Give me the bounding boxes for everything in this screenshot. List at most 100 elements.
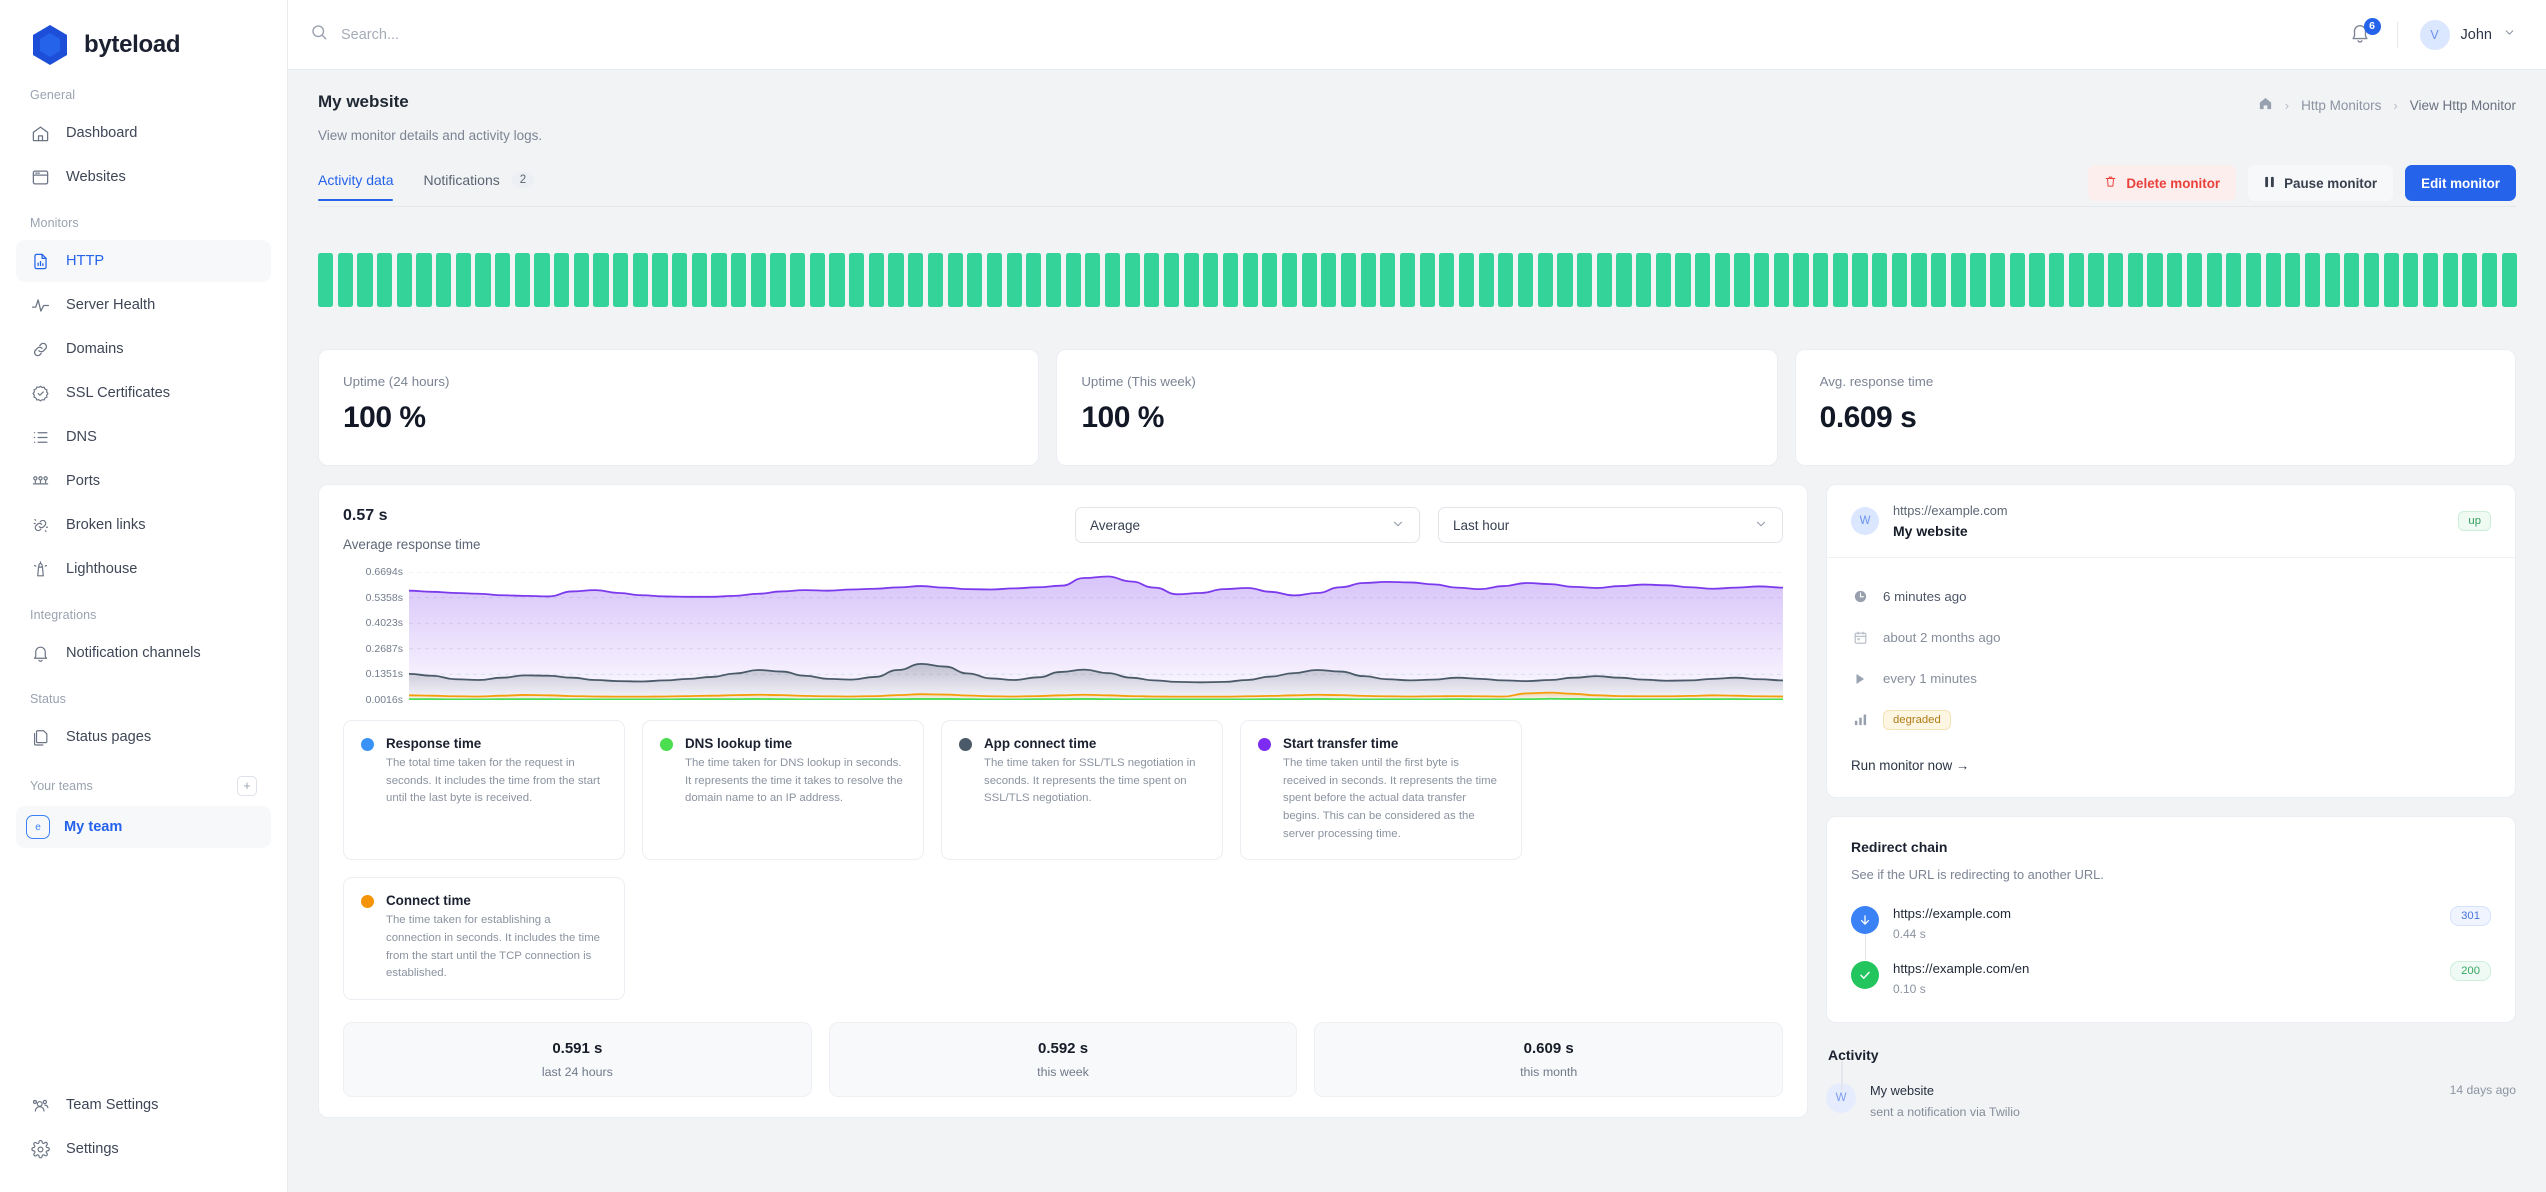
uptime-bar[interactable]: [1577, 253, 1593, 307]
uptime-bar[interactable]: [1262, 253, 1278, 307]
uptime-bar[interactable]: [455, 253, 471, 307]
uptime-bar[interactable]: [2265, 253, 2281, 307]
uptime-bar[interactable]: [2009, 253, 2025, 307]
tab-activity-data[interactable]: Activity data: [318, 172, 394, 201]
uptime-bar[interactable]: [1399, 253, 1416, 307]
uptime-bar[interactable]: [927, 253, 943, 307]
uptime-bar[interactable]: [337, 253, 353, 307]
uptime-bar[interactable]: [1458, 253, 1475, 307]
uptime-bar[interactable]: [770, 253, 786, 307]
uptime-bar[interactable]: [1222, 253, 1239, 307]
search-input[interactable]: [341, 26, 681, 43]
add-team-button[interactable]: +: [237, 776, 257, 796]
uptime-bar[interactable]: [1813, 253, 1829, 307]
uptime-bar[interactable]: [1380, 253, 1396, 307]
sidebar-item-ports[interactable]: Ports: [16, 460, 271, 502]
uptime-bar[interactable]: [849, 253, 865, 307]
uptime-bar[interactable]: [1891, 253, 1907, 307]
uptime-bar[interactable]: [1675, 253, 1691, 307]
redirect-url[interactable]: https://example.com/en: [1893, 961, 2436, 976]
uptime-bar[interactable]: [1045, 253, 1062, 307]
uptime-bar[interactable]: [1596, 253, 1612, 307]
sidebar-item-my-team[interactable]: e My team: [16, 806, 271, 848]
uptime-bar[interactable]: [1754, 253, 1770, 307]
uptime-bar[interactable]: [1242, 253, 1258, 307]
breadcrumb-item-http-monitors[interactable]: Http Monitors: [2301, 98, 2381, 113]
uptime-bar[interactable]: [534, 253, 550, 307]
uptime-bar[interactable]: [1419, 253, 1435, 307]
uptime-bar[interactable]: [986, 253, 1003, 307]
uptime-bar[interactable]: [750, 253, 766, 307]
uptime-bar[interactable]: [318, 253, 334, 307]
uptime-bar[interactable]: [691, 253, 707, 307]
uptime-bar[interactable]: [967, 253, 983, 307]
uptime-bar[interactable]: [1478, 253, 1494, 307]
uptime-bar[interactable]: [731, 253, 747, 307]
uptime-bar[interactable]: [2304, 253, 2321, 307]
delete-monitor-button[interactable]: Delete monitor: [2088, 165, 2237, 201]
sidebar-item-team-settings[interactable]: Team Settings: [16, 1084, 271, 1126]
sidebar-item-status-pages[interactable]: Status pages: [16, 716, 271, 758]
sidebar-item-ssl-certificates[interactable]: SSL Certificates: [16, 372, 271, 414]
uptime-bar[interactable]: [396, 253, 412, 307]
uptime-bar[interactable]: [1006, 253, 1022, 307]
uptime-bar[interactable]: [1911, 253, 1927, 307]
uptime-bar[interactable]: [908, 253, 924, 307]
uptime-bar[interactable]: [1557, 253, 1573, 307]
uptime-bar[interactable]: [2285, 253, 2301, 307]
breadcrumb-home-icon[interactable]: [2258, 96, 2273, 114]
sidebar-item-notification-channels[interactable]: Notification channels: [16, 632, 271, 674]
legend-card[interactable]: Start transfer time The time taken until …: [1240, 720, 1522, 861]
range-select[interactable]: Last hour: [1438, 507, 1783, 543]
uptime-bar[interactable]: [672, 253, 688, 307]
sidebar-item-server-health[interactable]: Server Health: [16, 284, 271, 326]
uptime-bar[interactable]: [829, 253, 845, 307]
uptime-bar[interactable]: [2383, 253, 2399, 307]
uptime-bar[interactable]: [2363, 253, 2380, 307]
uptime-bar[interactable]: [947, 253, 963, 307]
uptime-bar[interactable]: [1714, 253, 1730, 307]
uptime-bar[interactable]: [475, 253, 491, 307]
sidebar-item-websites[interactable]: Websites: [16, 156, 271, 198]
uptime-bar[interactable]: [2442, 253, 2458, 307]
uptime-bar[interactable]: [2206, 253, 2222, 307]
notifications-button[interactable]: 6: [2349, 17, 2381, 48]
uptime-bar[interactable]: [554, 253, 570, 307]
uptime-bar[interactable]: [1852, 253, 1868, 307]
uptime-bar[interactable]: [613, 253, 629, 307]
search-container[interactable]: [310, 23, 2349, 46]
uptime-bar[interactable]: [2186, 253, 2202, 307]
uptime-bar[interactable]: [1281, 253, 1298, 307]
uptime-bar[interactable]: [1695, 253, 1711, 307]
uptime-bar[interactable]: [436, 253, 452, 307]
uptime-bar[interactable]: [1321, 253, 1337, 307]
uptime-bar[interactable]: [2501, 253, 2517, 307]
legend-card[interactable]: DNS lookup time The time taken for DNS lo…: [642, 720, 924, 861]
sidebar-item-http[interactable]: HTTP: [16, 240, 271, 282]
uptime-bar[interactable]: [1439, 253, 1455, 307]
uptime-bar[interactable]: [1163, 253, 1180, 307]
sidebar-item-domains[interactable]: Domains: [16, 328, 271, 370]
uptime-bar[interactable]: [1793, 253, 1809, 307]
uptime-bar[interactable]: [2049, 253, 2065, 307]
uptime-bar[interactable]: [2068, 253, 2084, 307]
uptime-bar[interactable]: [632, 253, 648, 307]
uptime-bar[interactable]: [1872, 253, 1888, 307]
tab-notifications[interactable]: Notifications 2: [423, 172, 535, 200]
uptime-bar[interactable]: [2422, 253, 2439, 307]
uptime-bar[interactable]: [2127, 253, 2143, 307]
uptime-bar[interactable]: [1498, 253, 1514, 307]
uptime-bar[interactable]: [1085, 253, 1101, 307]
uptime-bar[interactable]: [357, 253, 373, 307]
uptime-bar[interactable]: [1340, 253, 1357, 307]
uptime-bar[interactable]: [2147, 253, 2163, 307]
uptime-bar[interactable]: [2029, 253, 2045, 307]
uptime-bar[interactable]: [1104, 253, 1121, 307]
brand[interactable]: byteload: [0, 0, 287, 66]
uptime-bar[interactable]: [1931, 253, 1947, 307]
uptime-bar[interactable]: [1360, 253, 1376, 307]
uptime-bar[interactable]: [377, 253, 393, 307]
uptime-bar[interactable]: [2324, 253, 2340, 307]
uptime-bar[interactable]: [1301, 253, 1317, 307]
uptime-bar[interactable]: [573, 253, 589, 307]
